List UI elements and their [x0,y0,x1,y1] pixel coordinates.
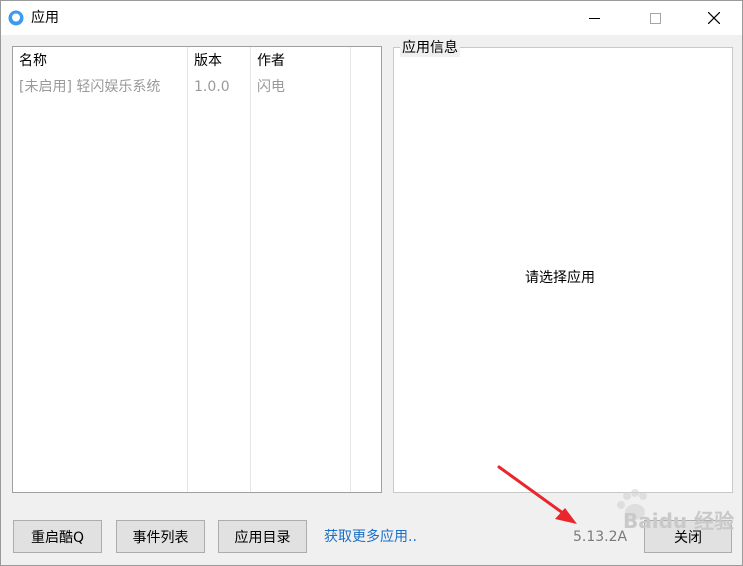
coolq-app-icon [8,10,24,26]
get-more-apps-link[interactable]: 获取更多应用.. [324,528,417,546]
app-directory-button[interactable]: 应用目录 [218,520,307,553]
column-divider[interactable] [250,47,251,492]
app-info-placeholder: 请选择应用 [525,270,595,286]
column-header-version[interactable]: 版本 [194,52,222,70]
close-icon [707,12,720,24]
column-header-author[interactable]: 作者 [257,52,285,70]
minimize-button[interactable] [563,1,625,35]
window-title: 应用 [31,10,59,26]
column-header-name[interactable]: 名称 [19,52,47,70]
app-info-title: 应用信息 [400,39,460,57]
app-window: 应用 名称 版本 作者 [未启用] 轻闪娱乐系统 1.0.0 闪电 应用信息 请… [0,0,743,566]
app-name: [未启用] 轻闪娱乐系统 [19,79,161,95]
maximize-button[interactable] [624,1,686,35]
watermark-text: Baidu 经验 [623,509,735,533]
app-version: 1.0.0 [194,79,230,95]
maximize-icon [649,12,661,24]
restart-coolq-button[interactable]: 重启酷Q [13,520,102,553]
event-list-button[interactable]: 事件列表 [116,520,205,553]
close-window-button[interactable] [685,1,742,35]
column-divider[interactable] [187,47,188,492]
column-divider[interactable] [350,47,351,492]
app-author: 闪电 [257,79,285,95]
minimize-icon [588,17,600,19]
title-bar[interactable]: 应用 [1,1,742,35]
app-list[interactable]: 名称 版本 作者 [未启用] 轻闪娱乐系统 1.0.0 闪电 [12,46,382,493]
